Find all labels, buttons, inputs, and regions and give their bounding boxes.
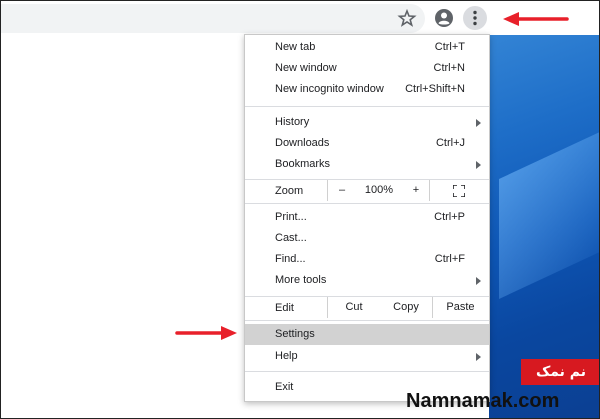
menu-item-label: Print... (275, 211, 307, 223)
shortcut-label: Ctrl+N (433, 62, 465, 74)
menu-item-more-tools[interactable]: More tools (245, 270, 489, 291)
account-icon[interactable] (434, 8, 454, 28)
chevron-right-icon (476, 161, 481, 169)
screenshot-frame: New tab Ctrl+T New window Ctrl+N New inc… (0, 0, 600, 419)
menu-item-settings[interactable]: Settings (245, 324, 489, 345)
shortcut-label: Ctrl+J (435, 137, 465, 149)
menu-item-help[interactable]: Help (245, 346, 489, 367)
menu-item-label: Bookmarks (275, 158, 331, 170)
menu-divider (245, 106, 489, 107)
menu-divider (245, 203, 489, 204)
menu-item-new-incognito-window[interactable]: New incognito window Ctrl+Shift+N (245, 79, 489, 100)
copy-button[interactable]: Copy (380, 297, 433, 318)
annotation-arrow-settings (173, 323, 239, 343)
zoom-in-label: + (412, 184, 420, 196)
watermark-badge: نم نمک (521, 359, 599, 385)
menu-item-label: Help (275, 350, 298, 362)
menu-item-label: Cast... (275, 232, 307, 244)
cut-button[interactable]: Cut (327, 297, 381, 318)
cut-label: Cut (345, 301, 363, 313)
shortcut-label: Ctrl+P (434, 211, 465, 223)
shortcut-label: Ctrl+T (434, 41, 465, 53)
menu-item-label: New window (275, 62, 337, 74)
menu-item-label: New incognito window (275, 83, 384, 95)
edit-row: Edit Cut Copy Paste (245, 297, 489, 320)
menu-item-label: More tools (275, 274, 327, 286)
address-bar[interactable] (1, 4, 425, 33)
paste-button[interactable]: Paste (433, 297, 488, 318)
zoom-value: 100% (355, 180, 403, 201)
menu-item-label: Settings (275, 328, 315, 340)
zoom-row: Zoom – 100% + (245, 180, 489, 203)
zoom-in-button[interactable]: + (403, 180, 429, 201)
edit-label: Edit (275, 302, 294, 314)
more-vert-icon[interactable] (463, 6, 487, 30)
annotation-arrow-menu (501, 9, 571, 29)
menu-item-label: Downloads (275, 137, 330, 149)
copy-label: Copy (393, 301, 419, 313)
chrome-menu: New tab Ctrl+T New window Ctrl+N New inc… (244, 34, 490, 402)
zoom-out-label: – (338, 184, 346, 196)
chevron-right-icon (476, 119, 481, 127)
menu-item-find[interactable]: Find... Ctrl+F (245, 249, 489, 270)
menu-divider (245, 320, 489, 321)
menu-item-label: History (275, 116, 310, 128)
menu-item-label: Exit (275, 381, 294, 393)
chevron-right-icon (476, 277, 481, 285)
shortcut-label: Ctrl+Shift+N (405, 83, 465, 95)
zoom-percent: 100% (364, 184, 394, 196)
menu-item-history[interactable]: History (245, 112, 489, 133)
watermark-site: Namnamak.com (406, 390, 560, 412)
shortcut-label: Ctrl+F (434, 253, 465, 265)
chevron-right-icon (476, 353, 481, 361)
zoom-label: Zoom (275, 185, 304, 197)
menu-item-print[interactable]: Print... Ctrl+P (245, 207, 489, 228)
menu-item-label: New tab (275, 41, 316, 53)
fullscreen-button[interactable] (429, 180, 489, 201)
wallpaper-light (499, 123, 599, 299)
menu-item-label: Find... (275, 253, 306, 265)
zoom-out-button[interactable]: – (327, 180, 356, 201)
desktop-wallpaper (489, 1, 599, 418)
menu-item-cast[interactable]: Cast... (245, 228, 489, 249)
fullscreen-icon (453, 185, 465, 197)
paste-label: Paste (446, 301, 475, 313)
menu-divider (245, 371, 489, 372)
menu-item-new-tab[interactable]: New tab Ctrl+T (245, 37, 489, 58)
star-icon[interactable] (396, 7, 418, 29)
menu-item-bookmarks[interactable]: Bookmarks (245, 154, 489, 175)
menu-item-new-window[interactable]: New window Ctrl+N (245, 58, 489, 79)
menu-item-downloads[interactable]: Downloads Ctrl+J (245, 133, 489, 154)
